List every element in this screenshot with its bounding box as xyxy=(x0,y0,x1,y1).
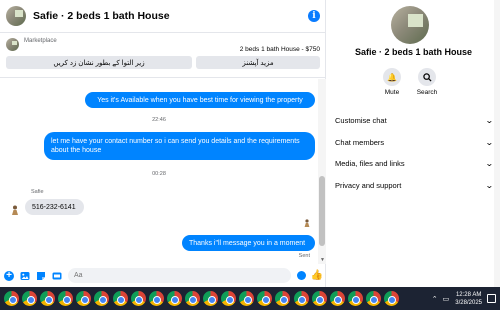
chevron-down-icon: ⌄ xyxy=(485,137,495,147)
chrome-icon[interactable] xyxy=(257,291,273,306)
clock-time: 12:28 AM xyxy=(455,291,482,298)
gif-icon[interactable] xyxy=(52,271,62,281)
chrome-icon[interactable] xyxy=(239,291,255,306)
scroll-down-arrow-icon[interactable]: ▼ xyxy=(320,257,325,263)
outgoing-message[interactable]: Yes it's Available when you have best ti… xyxy=(85,92,315,108)
chrome-icon[interactable] xyxy=(365,291,381,306)
system-tray: ⌃ ▭ 12:28 AM 3/28/2025 xyxy=(432,287,500,310)
bell-icon: 🔔 xyxy=(383,68,401,86)
chrome-icon[interactable] xyxy=(329,291,345,306)
emoji-icon[interactable] xyxy=(297,271,306,280)
taskbar: ⌃ ▭ 12:28 AM 3/28/2025 xyxy=(0,287,500,310)
marketplace-banner: Marketplace 2 beds 1 bath House - $750 ز… xyxy=(0,34,326,78)
search-label: Search xyxy=(416,89,438,96)
row-label: Privacy and support xyxy=(335,180,402,190)
message-scrollbar[interactable]: ▼ xyxy=(318,79,326,264)
message-input-wrapper[interactable] xyxy=(68,268,291,283)
show-hidden-icons-icon[interactable]: ⌃ xyxy=(432,295,438,303)
chrome-icon[interactable] xyxy=(4,291,19,306)
media-files-links-row[interactable]: Media, files and links ⌄ xyxy=(335,156,495,170)
search-button[interactable]: Search xyxy=(407,68,447,96)
plus-icon[interactable]: + xyxy=(4,270,14,281)
customise-chat-row[interactable]: Customise chat ⌄ xyxy=(335,113,495,127)
chrome-icon[interactable] xyxy=(203,291,219,306)
marketplace-label: Marketplace xyxy=(24,38,57,44)
mute-button[interactable]: 🔔 Mute xyxy=(372,68,412,96)
sticker-icon[interactable] xyxy=(36,271,46,281)
details-title: Safie · 2 beds 1 bath House xyxy=(354,47,473,57)
info-icon[interactable]: i xyxy=(308,10,320,22)
timestamp: 22:46 xyxy=(152,117,166,123)
search-icon xyxy=(418,68,436,86)
messenger-window: Safie · 2 beds 1 bath House i Marketplac… xyxy=(0,0,500,310)
chrome-icon[interactable] xyxy=(148,291,164,306)
chrome-icon[interactable] xyxy=(40,291,56,306)
listing-title[interactable]: 2 beds 1 bath House - $750 xyxy=(240,46,320,53)
conversation-details-pane: Safie · 2 beds 1 bath House 🔔 Mute Searc… xyxy=(327,0,500,287)
chrome-icon[interactable] xyxy=(22,291,38,306)
privacy-support-row[interactable]: Privacy and support ⌄ xyxy=(335,178,495,192)
chrome-icon[interactable] xyxy=(221,291,237,306)
chrome-icon[interactable] xyxy=(166,291,182,306)
chrome-icon[interactable] xyxy=(94,291,110,306)
chat-header: Safie · 2 beds 1 bath House i xyxy=(0,0,326,33)
listing-thumbnail[interactable] xyxy=(6,38,19,51)
chrome-icon[interactable] xyxy=(184,291,200,306)
image-icon[interactable] xyxy=(20,271,30,281)
details-scrollbar[interactable] xyxy=(494,0,500,287)
contact-avatar-large[interactable] xyxy=(391,6,429,44)
contact-avatar[interactable] xyxy=(6,6,26,26)
chrome-icon[interactable] xyxy=(311,291,327,306)
chrome-icon[interactable] xyxy=(130,291,146,306)
chat-pane: Safie · 2 beds 1 bath House i Marketplac… xyxy=(0,0,326,287)
seen-indicator-icon xyxy=(304,219,310,227)
chrome-icon[interactable] xyxy=(112,291,128,306)
chrome-icon[interactable] xyxy=(76,291,92,306)
network-icon[interactable]: ▭ xyxy=(443,295,450,303)
sender-avatar-icon[interactable] xyxy=(10,205,20,215)
thumbs-up-icon[interactable]: 👍 xyxy=(311,270,323,281)
chat-title[interactable]: Safie · 2 beds 1 bath House xyxy=(33,10,308,22)
chrome-icon[interactable] xyxy=(383,291,399,306)
incoming-message[interactable]: 516-232-6141 xyxy=(25,199,84,215)
message-list: Yes it's Available when you have best ti… xyxy=(0,79,318,264)
row-label: Media, files and links xyxy=(335,158,405,168)
mute-label: Mute xyxy=(384,89,400,96)
outgoing-message[interactable]: let me have your contact number so i can… xyxy=(44,132,315,160)
outgoing-message[interactable]: Thanks i"ll message you in a moment xyxy=(182,235,315,251)
chevron-down-icon: ⌄ xyxy=(485,115,495,125)
chrome-icon[interactable] xyxy=(275,291,291,306)
chevron-down-icon: ⌄ xyxy=(485,180,495,190)
timestamp: 00:28 xyxy=(152,171,166,177)
scroll-thumb[interactable] xyxy=(319,176,325,246)
chrome-icon[interactable] xyxy=(293,291,309,306)
message-input[interactable] xyxy=(74,272,285,279)
chat-members-row[interactable]: Chat members ⌄ xyxy=(335,135,495,149)
composer: + 👍 xyxy=(0,264,326,287)
chrome-icon[interactable] xyxy=(347,291,363,306)
clock[interactable]: 12:28 AM 3/28/2025 xyxy=(455,291,482,307)
mark-pending-button[interactable]: زیر التوا کے بطور نشان زد کریں xyxy=(6,56,192,69)
notification-icon[interactable] xyxy=(487,294,496,303)
sent-status: Sent xyxy=(298,253,310,259)
chevron-down-icon: ⌄ xyxy=(485,158,495,168)
more-options-button[interactable]: مزید آپشنز xyxy=(196,56,320,69)
sender-name: Safie xyxy=(31,189,44,195)
row-label: Customise chat xyxy=(335,115,387,125)
chrome-icon[interactable] xyxy=(58,291,74,306)
clock-date: 3/28/2025 xyxy=(455,299,482,306)
row-label: Chat members xyxy=(335,137,385,147)
